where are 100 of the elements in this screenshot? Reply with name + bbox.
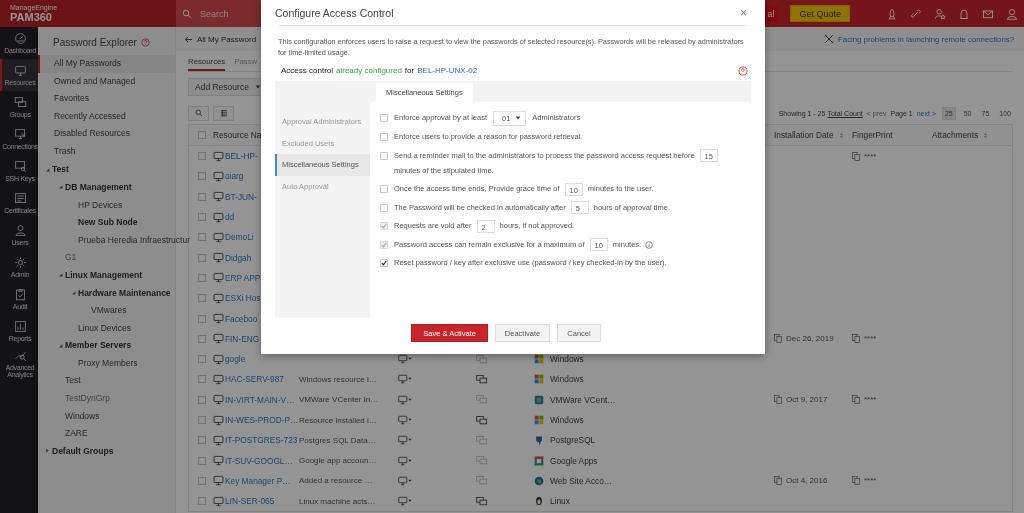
copy-icon[interactable] [852, 395, 861, 405]
remote-monitors-icon[interactable] [476, 373, 488, 385]
collapse-icon[interactable] [58, 272, 63, 278]
tree-item[interactable]: ZARE [65, 428, 88, 439]
sidebar-item[interactable]: Trash [38, 142, 175, 161]
checkbox[interactable] [380, 259, 388, 267]
help-icon[interactable] [140, 37, 150, 47]
checkbox[interactable] [380, 185, 388, 193]
sidebar-item[interactable]: Disabled Resources [38, 125, 175, 143]
checkbox[interactable] [198, 253, 206, 262]
resource-link[interactable]: FIN-ENG [225, 333, 260, 344]
connect-menu-icon[interactable] [398, 496, 413, 507]
checkbox[interactable] [380, 203, 388, 212]
connect-menu-icon[interactable] [398, 415, 413, 425]
column-header[interactable]: Installation Date [774, 130, 852, 140]
remote-monitors-icon[interactable] [476, 414, 488, 426]
resource-link[interactable]: IN-WES-PROD-P… [225, 415, 299, 425]
connect-menu-icon[interactable] [398, 435, 413, 446]
resource-link[interactable]: gogle [225, 354, 246, 365]
connect-menu-icon[interactable] [398, 354, 413, 365]
sort-icon[interactable] [983, 131, 989, 139]
column-header[interactable]: Attachments [932, 130, 1012, 140]
user-star-icon[interactable] [934, 7, 946, 20]
resource-link[interactable]: BT-JUN- [225, 191, 257, 202]
checkbox[interactable] [198, 395, 206, 404]
expand-icon[interactable] [45, 448, 50, 454]
get-quote-button[interactable]: Get Quote [790, 5, 850, 22]
info-icon[interactable] [645, 240, 654, 249]
resource-link[interactable]: dd [225, 212, 235, 223]
collapse-icon[interactable] [58, 184, 63, 190]
tree-item[interactable]: Prueba Heredia Infraestructur [78, 234, 190, 245]
resource-link[interactable]: ERP APP [225, 272, 261, 283]
resource-link[interactable]: HAC-SERV-987 [225, 374, 284, 385]
sidebar-item[interactable]: All My Passwords [38, 55, 175, 73]
column-list-button[interactable] [213, 105, 234, 121]
rocket-icon[interactable] [886, 7, 898, 20]
checkbox[interactable] [198, 476, 206, 485]
sidebar-item[interactable]: Favorites [38, 90, 175, 108]
checkbox[interactable] [198, 273, 206, 282]
tree-item[interactable]: Proxy Members [78, 357, 138, 368]
remote-monitors-icon[interactable] [476, 353, 488, 365]
checkbox[interactable] [198, 334, 206, 343]
tree-item[interactable]: VMwares [91, 305, 127, 316]
resource-link[interactable]: Didgah [225, 252, 252, 263]
collapse-icon[interactable] [45, 166, 50, 172]
tree-item[interactable]: Test [65, 375, 81, 386]
copy-icon[interactable] [774, 395, 783, 405]
tree-item[interactable]: DB Management [65, 181, 132, 192]
checkbox[interactable] [380, 133, 388, 141]
checkbox[interactable] [198, 152, 206, 161]
collapse-icon[interactable] [71, 290, 76, 295]
resource-link[interactable]: BEL-HP- [225, 151, 258, 162]
checkbox[interactable] [198, 233, 206, 242]
connect-menu-icon[interactable] [398, 374, 413, 385]
checkbox[interactable] [198, 456, 206, 465]
tree-item[interactable]: Linux Management [65, 269, 142, 280]
close-button[interactable]: × [740, 5, 747, 20]
trial-button[interactable]: al [765, 5, 779, 22]
checkbox[interactable] [380, 114, 388, 122]
checkbox[interactable] [198, 314, 206, 323]
checkbox[interactable] [198, 192, 206, 201]
resource-link[interactable]: IT-POSTGRES-723 [225, 435, 298, 446]
remote-monitors-icon[interactable] [476, 495, 488, 507]
resource-link[interactable]: DemoLi [225, 232, 254, 243]
bell-icon[interactable] [958, 7, 970, 20]
tree-item[interactable]: Windows [65, 410, 100, 421]
sidebar-item[interactable]: Owned and Managed [38, 72, 175, 91]
resource-link[interactable]: Faceboo [225, 313, 258, 324]
sort-icon[interactable] [838, 131, 844, 139]
copy-icon[interactable] [774, 334, 783, 344]
checkbox[interactable] [198, 436, 206, 445]
copy-icon[interactable] [852, 151, 861, 161]
checkbox[interactable] [198, 294, 206, 303]
checkbox[interactable] [198, 172, 206, 181]
column-header[interactable]: FingerPrint [852, 130, 932, 140]
back-arrow-icon[interactable] [184, 34, 193, 44]
tree-item[interactable]: Member Servers [65, 340, 132, 351]
checkbox[interactable] [198, 416, 206, 424]
connect-menu-icon[interactable] [398, 475, 413, 486]
user-icon[interactable] [1006, 7, 1018, 20]
collapse-icon[interactable] [58, 342, 63, 348]
tree-item[interactable]: HP Devices [78, 199, 123, 210]
checkbox[interactable] [198, 131, 206, 139]
copy-icon[interactable] [852, 334, 861, 344]
copy-icon[interactable] [852, 476, 861, 486]
sidebar-item[interactable]: Recently Accessed [38, 107, 175, 126]
resource-link[interactable]: Key Manager P… [225, 475, 291, 486]
tree-item[interactable]: Linux Devices [78, 322, 131, 333]
tree-item[interactable]: Default Groups [52, 445, 114, 456]
checkbox[interactable] [198, 375, 206, 384]
tree-item[interactable]: Hardware Maintenance [78, 287, 171, 298]
resource-link[interactable]: oiarg [225, 171, 244, 182]
checkbox[interactable] [380, 151, 388, 160]
checkbox[interactable] [198, 355, 206, 364]
checkbox[interactable] [198, 213, 206, 222]
resource-link[interactable]: LIN-SER-065 [225, 496, 275, 507]
connect-menu-icon[interactable] [398, 455, 413, 466]
help-icon[interactable] [738, 65, 748, 76]
tree-item[interactable]: New Sub Node [78, 217, 138, 228]
resource-link[interactable]: IN-VIRT-MAIN-V… [225, 394, 295, 405]
